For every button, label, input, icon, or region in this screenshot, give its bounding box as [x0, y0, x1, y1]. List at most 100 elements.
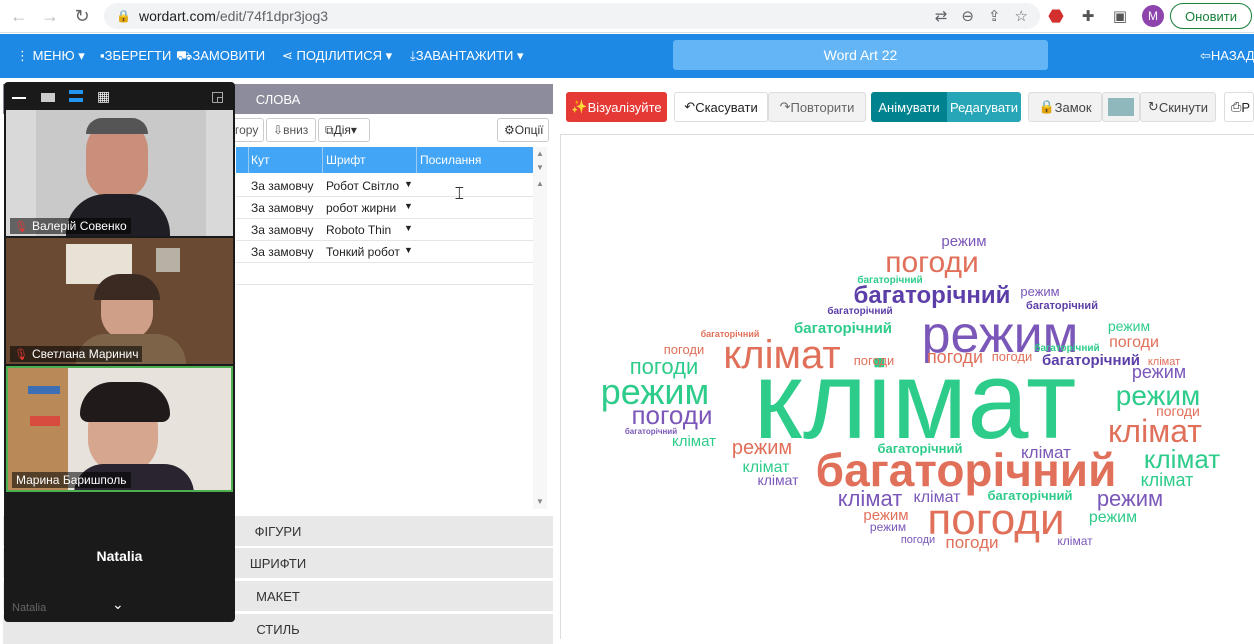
color-picker-button[interactable]: [1102, 92, 1140, 122]
move-down-label: вниз: [283, 123, 309, 137]
cloud-word[interactable]: клімат: [1141, 470, 1194, 490]
edit-button[interactable]: Редагувати: [947, 92, 1021, 122]
table-row-empty[interactable]: [236, 263, 533, 285]
update-browser-button[interactable]: Оновити: [1170, 3, 1252, 29]
column-angle[interactable]: Кут: [251, 153, 270, 167]
table-scrollbar[interactable]: ▲ ▼ ▲ ▼: [533, 147, 547, 509]
self-view-caption: Natalia: [12, 602, 47, 614]
undo-label: Скасувати: [695, 99, 758, 115]
cloud-word[interactable]: погоди: [631, 400, 712, 430]
strip-view-icon[interactable]: [69, 90, 83, 102]
zoom-icon[interactable]: ⊖: [961, 7, 974, 25]
cloud-word[interactable]: клімат: [757, 472, 799, 488]
cloud-word[interactable]: багаторічний: [857, 274, 922, 286]
address-bar[interactable]: 🔒 wordart.com/edit/74f1dpr3jog3 ⇄ ⊖ ⇪ ☆: [104, 3, 1040, 29]
table-row[interactable]: За замовчу Робот Світло ▼: [236, 175, 533, 197]
font-dropdown-icon[interactable]: ▼: [404, 245, 413, 255]
menu-button[interactable]: ⋮ МЕНЮ ▾: [16, 48, 85, 64]
visualize-button[interactable]: ✨ Візуалізуйте: [566, 92, 667, 122]
cloud-word[interactable]: клімат: [1148, 356, 1180, 368]
cloud-word[interactable]: клімат: [723, 333, 840, 377]
cloud-word[interactable]: клімат: [672, 433, 716, 450]
artwork-title[interactable]: Word Art 22: [673, 40, 1048, 70]
column-font[interactable]: Шрифт: [326, 153, 365, 167]
scroll-down-icon[interactable]: ▼: [536, 497, 544, 506]
share-menu-button[interactable]: ⋖ ПОДІЛИТИСЯ ▾: [282, 48, 392, 64]
cloud-word[interactable]: режим: [1108, 318, 1150, 334]
cloud-word[interactable]: режим: [941, 233, 986, 250]
expand-chevron-icon[interactable]: ⌄: [112, 596, 124, 613]
lock-button[interactable]: 🔒 Замок: [1028, 92, 1102, 122]
cloud-word[interactable]: багаторічний: [625, 427, 677, 436]
word-cloud[interactable]: кліматбагаторічнийрежимкліматпогодипогод…: [560, 134, 1254, 639]
cloud-word[interactable]: режим: [1020, 284, 1059, 299]
cloud-word[interactable]: погоди: [854, 353, 895, 368]
action-dropdown[interactable]: ⧉ Дія ▾: [318, 118, 370, 142]
reset-button[interactable]: ↻ Скинути: [1140, 92, 1216, 122]
participant-tile[interactable]: 🎙 Светлана Маринич: [6, 238, 233, 364]
cloud-word[interactable]: багаторічний: [1034, 342, 1099, 354]
move-down-button[interactable]: ⇩ вниз: [266, 118, 316, 142]
scroll-up-icon[interactable]: ▲: [536, 149, 544, 158]
side-panel-icon[interactable]: ▣: [1110, 6, 1130, 26]
cloud-word[interactable]: режим: [870, 520, 906, 534]
cloud-word[interactable]: погоди: [992, 349, 1033, 364]
back-button[interactable]: ⇦НАЗАД: [1200, 48, 1254, 64]
table-row[interactable]: За замовчу робот жирни ▼: [236, 197, 533, 219]
download-label: ЗАВАНТАЖИТИ: [415, 48, 514, 63]
cloud-word[interactable]: багаторічний: [854, 282, 1011, 309]
table-row[interactable]: За замовчу Тонкий робот ▼: [236, 241, 533, 263]
adblock-extension-icon[interactable]: ⬣: [1046, 6, 1066, 26]
cloud-word[interactable]: багаторічний: [701, 329, 760, 339]
back-arrow-icon[interactable]: ←: [4, 1, 34, 31]
profile-avatar[interactable]: M: [1142, 5, 1164, 27]
share-icon[interactable]: ⇪: [988, 7, 1001, 25]
cloud-word[interactable]: режим: [732, 437, 792, 459]
cloud-word[interactable]: клімат: [914, 489, 962, 506]
gallery-view-icon[interactable]: ▦: [97, 88, 110, 105]
minimize-icon[interactable]: [12, 97, 26, 99]
browser-toolbar: ← → ↻ 🔒 wordart.com/edit/74f1dpr3jog3 ⇄ …: [0, 0, 1254, 33]
cloud-word[interactable]: погоди: [901, 534, 935, 546]
extensions-puzzle-icon[interactable]: ✚: [1078, 6, 1098, 26]
cloud-word[interactable]: режим: [1089, 509, 1137, 526]
font-dropdown-icon[interactable]: ▼: [404, 179, 413, 189]
cloud-word[interactable]: багаторічний: [794, 320, 892, 337]
cloud-word[interactable]: погоди: [664, 342, 705, 357]
download-menu-button[interactable]: ⤓ЗАВАНТАЖИТИ ▾: [410, 48, 524, 64]
participant-tile-active[interactable]: Марина Баришполь: [6, 366, 233, 492]
scroll-down-icon[interactable]: ▼: [536, 163, 544, 172]
cloud-word[interactable]: багаторічний: [1042, 352, 1140, 369]
cloud-word[interactable]: погоди: [630, 354, 699, 379]
cloud-word[interactable]: клімат: [1057, 534, 1093, 548]
column-link[interactable]: Посилання: [420, 153, 481, 167]
print-button[interactable]: ⎙ Р: [1224, 92, 1254, 122]
cloud-word[interactable]: багаторічний: [988, 488, 1073, 503]
cloud-word[interactable]: багаторічний: [827, 305, 892, 317]
cloud-word[interactable]: погоди: [946, 533, 999, 552]
table-row[interactable]: За замовчу Roboto Thin ▼: [236, 219, 533, 241]
exit-minimized-icon[interactable]: ◲: [211, 88, 224, 105]
translate-icon[interactable]: ⇄: [935, 7, 948, 25]
cloud-word[interactable]: погоди: [1156, 403, 1200, 419]
cloud-word[interactable]: багаторічний: [1026, 300, 1098, 312]
save-button[interactable]: ▪ЗБЕРЕГТИ: [100, 48, 171, 63]
redo-button[interactable]: ↷ Повторити: [768, 92, 866, 122]
cloud-word[interactable]: погоди: [1109, 334, 1159, 351]
order-button[interactable]: ⛟ЗАМОВИТИ: [176, 48, 265, 66]
scroll-up-icon[interactable]: ▲: [536, 179, 544, 188]
forward-arrow-icon[interactable]: →: [35, 1, 65, 31]
animate-button[interactable]: Анімувати: [871, 92, 947, 122]
speaker-view-icon[interactable]: [41, 93, 55, 102]
undo-button[interactable]: ↶ Скасувати: [674, 92, 768, 122]
cloud-word[interactable]: погоди: [927, 347, 983, 367]
participant-tile[interactable]: 🎙 Валерій Совенко: [6, 110, 233, 236]
bookmark-star-icon[interactable]: ☆: [1015, 7, 1028, 25]
reload-icon[interactable]: ↻: [67, 1, 97, 31]
cloud-word[interactable]: багаторічний: [878, 441, 963, 456]
font-dropdown-icon[interactable]: ▼: [404, 201, 413, 211]
cloud-word[interactable]: клімат: [1021, 443, 1071, 462]
options-button[interactable]: ⚙ Опції: [497, 118, 549, 142]
font-dropdown-icon[interactable]: ▼: [404, 223, 413, 233]
cell-font: Roboto Thin: [326, 223, 392, 237]
